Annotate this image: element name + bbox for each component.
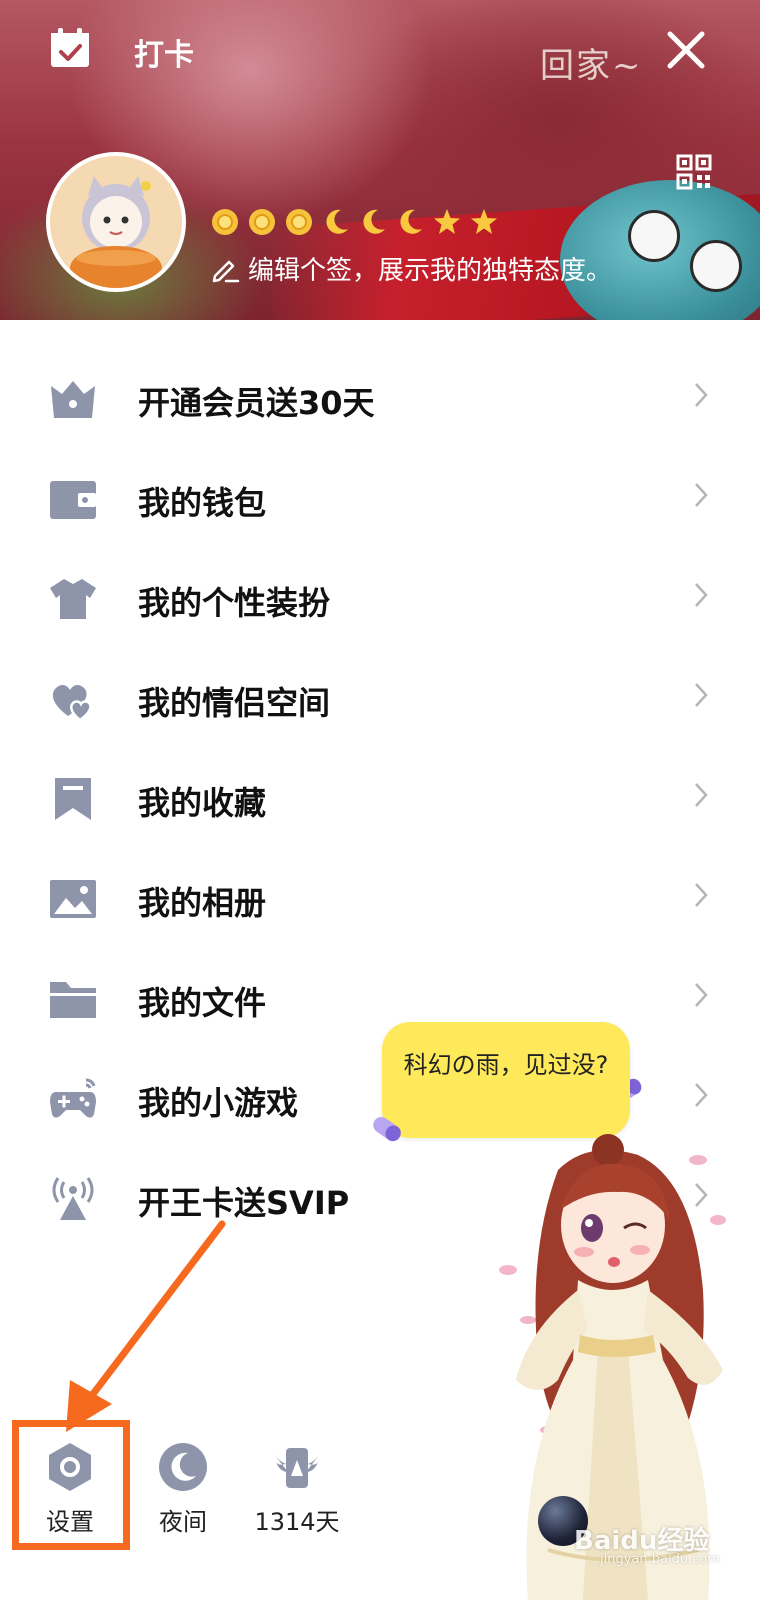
moon-badge-icon <box>363 209 385 234</box>
star-badge-icon <box>471 209 497 234</box>
menu-item-album[interactable]: 我的相册 <box>0 848 760 948</box>
settings-hexagon-icon <box>49 1443 91 1491</box>
speech-bubble[interactable]: 科幻の雨，见过没? <box>382 1022 630 1138</box>
night-mode-button[interactable]: 夜间 <box>133 1440 233 1537</box>
gamepad-icon <box>50 1078 96 1118</box>
days-together-button[interactable]: 1314天 <box>247 1440 347 1537</box>
hearts-icon <box>52 684 92 722</box>
menu-item-label: 我的收藏 <box>138 784 267 822</box>
chevron-right-icon <box>695 1083 708 1107</box>
close-icon[interactable] <box>664 28 708 72</box>
checkin-label[interactable]: 打卡 <box>134 30 194 74</box>
signature-edit-row[interactable]: 编辑个签，展示我的独特态度。 <box>210 250 612 287</box>
menu-item-label: 我的相册 <box>138 884 267 922</box>
moon-badge-icon <box>400 209 422 234</box>
moon-icon <box>159 1443 207 1491</box>
bookmark-icon <box>55 778 91 820</box>
top-bar: 打卡 回家~ <box>0 0 760 100</box>
chevron-right-icon <box>695 583 708 607</box>
days-together-label: 1314天 <box>254 1508 340 1536</box>
menu-item-couple-space[interactable]: 我的情侣空间 <box>0 648 760 748</box>
chevron-right-icon <box>695 483 708 507</box>
chevron-right-icon <box>695 983 708 1007</box>
calendar-check-icon[interactable] <box>48 26 92 70</box>
sun-badge-icon <box>249 209 275 235</box>
chevron-right-icon <box>695 683 708 707</box>
home-script-text: 回家~ <box>540 46 643 86</box>
settings-button[interactable]: 设置 <box>20 1440 120 1537</box>
qr-code-icon[interactable] <box>676 154 712 190</box>
avatar-cat-illustration <box>50 156 182 288</box>
menu-item-label: 我的情侣空间 <box>138 684 331 722</box>
menu-item-label: 我的文件 <box>138 984 267 1022</box>
chevron-right-icon <box>695 883 708 907</box>
signal-tower-icon <box>52 1177 94 1220</box>
menu-item-label: 我的小游戏 <box>138 1084 299 1122</box>
chevron-right-icon <box>695 783 708 807</box>
avatar[interactable] <box>46 152 186 292</box>
level-badges[interactable] <box>210 206 499 238</box>
chevron-right-icon <box>695 383 708 407</box>
menu-item-label: 我的钱包 <box>138 484 267 522</box>
profile-header: 打卡 回家~ 编辑个签，展示我的独特态度。 <box>0 0 760 320</box>
photo-icon <box>50 880 96 918</box>
watermark-url: jingyan.baidu.com <box>600 1552 720 1567</box>
menu-item-vip[interactable]: 开通会员送30天 <box>0 348 760 448</box>
menu-item-label: 我的个性装扮 <box>138 584 331 622</box>
moon-badge-icon <box>326 209 348 234</box>
star-badge-icon <box>434 209 460 234</box>
winged-badge-icon <box>274 1448 320 1488</box>
capsule-decoration-icon <box>373 1116 401 1142</box>
settings-label: 设置 <box>46 1508 94 1536</box>
menu-item-label: 开王卡送SVIP <box>138 1184 350 1222</box>
menu-item-files[interactable]: 我的文件 <box>0 948 760 1048</box>
menu-item-decoration[interactable]: 我的个性装扮 <box>0 548 760 648</box>
folder-icon <box>50 982 96 1018</box>
menu-item-favorites[interactable]: 我的收藏 <box>0 748 760 848</box>
pencil-icon <box>212 260 240 282</box>
menu-item-wallet[interactable]: 我的钱包 <box>0 448 760 548</box>
crown-icon <box>51 381 95 418</box>
night-mode-label: 夜间 <box>159 1508 207 1536</box>
shirt-icon <box>50 579 96 619</box>
speech-bubble-text: 科幻の雨，见过没? <box>403 1051 609 1079</box>
wallet-icon <box>50 481 96 519</box>
sun-badge-icon <box>212 209 238 235</box>
signature-text: 编辑个签，展示我的独特态度。 <box>248 256 613 286</box>
menu-item-label: 开通会员送30天 <box>138 384 375 422</box>
sun-badge-icon <box>286 209 312 235</box>
